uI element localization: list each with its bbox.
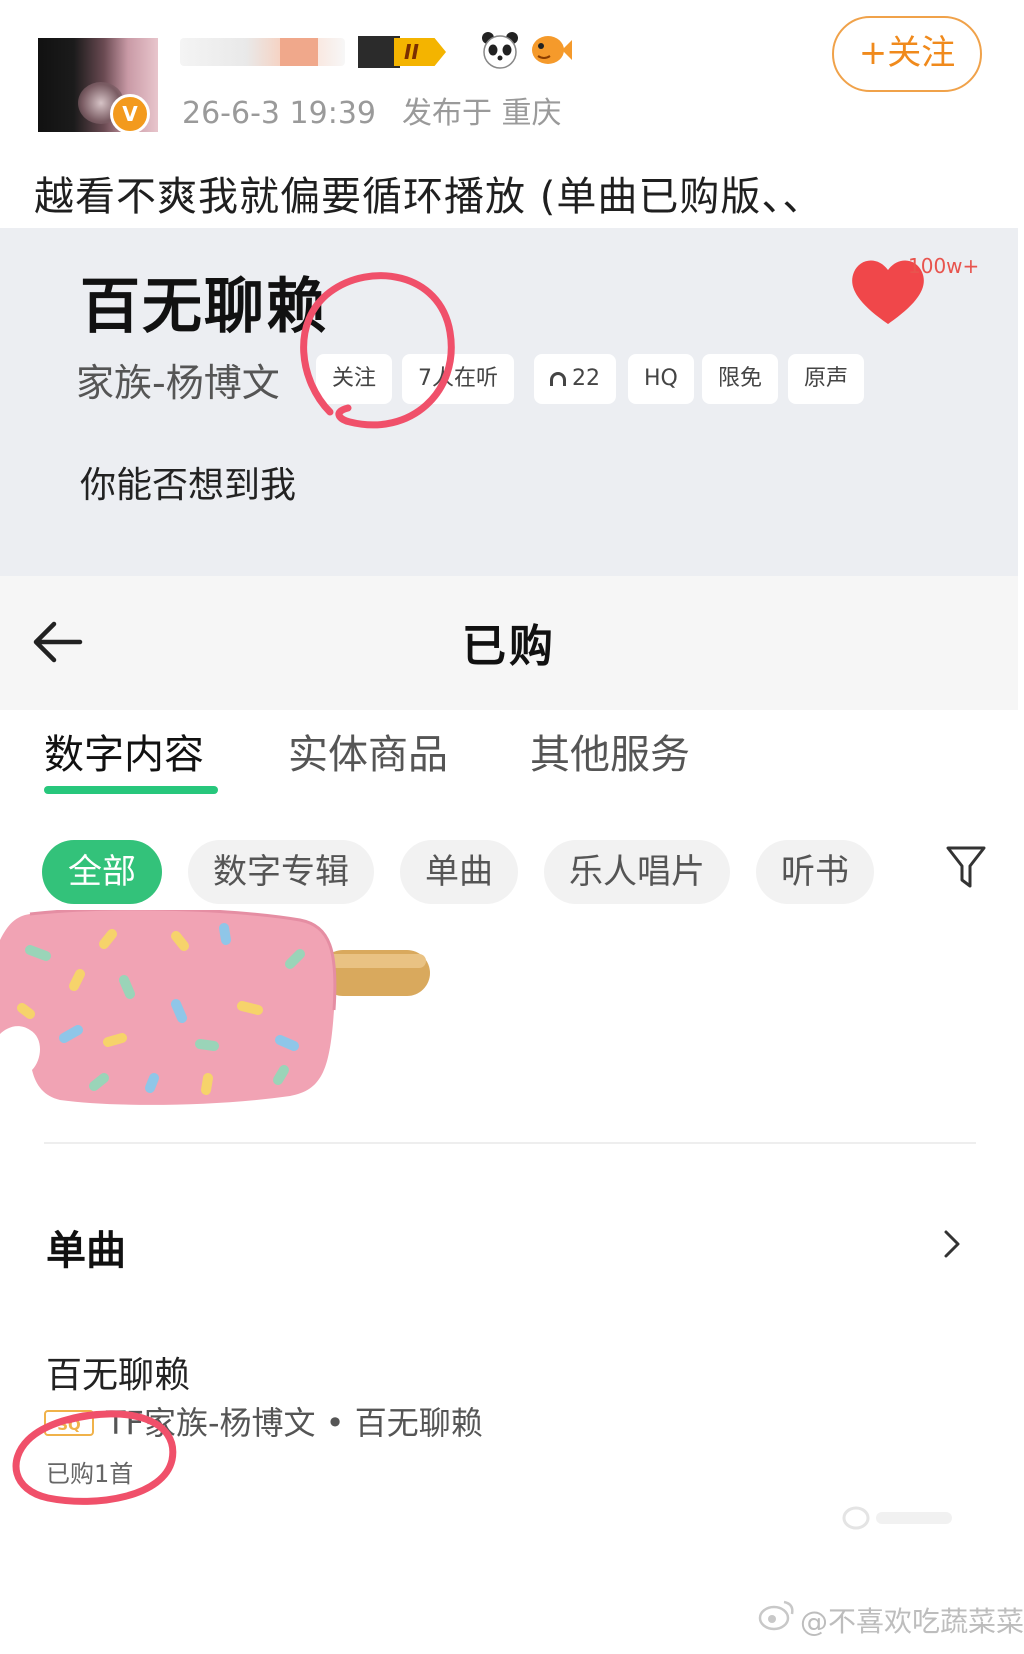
tag-original: 原声 <box>788 354 865 404</box>
section-title[interactable]: 单曲 <box>46 1218 126 1276</box>
filter-chip-audiobook[interactable]: 听书 <box>756 840 874 904</box>
page-title: 已购 <box>462 621 556 672</box>
divider <box>44 1142 976 1144</box>
like-count: 100w+ <box>908 254 980 278</box>
purchased-item-count: 已购1首 <box>46 1460 134 1488</box>
weibo-logo-icon <box>758 1600 794 1631</box>
username-redacted[interactable] <box>180 38 345 66</box>
purchased-item-subtitle: TF家族-杨博文 • 百无聊赖 <box>106 1404 483 1442</box>
sq-quality-badge: SQ <box>44 1410 94 1436</box>
purchased-item-title[interactable]: 百无聊赖 <box>46 1346 190 1398</box>
song-card[interactable]: 百无聊赖 家族-杨博文 关注 7人在听 22 HQ 限免 原声 100w+ 你能… <box>0 228 1018 576</box>
tab-bar: 数字内容 实体商品 其他服务 <box>0 710 1018 810</box>
chevron-right-icon[interactable] <box>940 1224 964 1264</box>
filter-chip-single[interactable]: 单曲 <box>400 840 518 904</box>
panda-icon <box>482 32 518 69</box>
tag-listeners: 7人在听 <box>402 354 514 404</box>
filter-chip-digital-album[interactable]: 数字专辑 <box>188 840 374 904</box>
tag-hq: HQ <box>628 354 694 404</box>
post-text: 越看不爽我就偏要循环播放 (单曲已购版、、 <box>34 174 824 220</box>
artist-name[interactable]: 家族-杨博文 <box>76 352 280 407</box>
popsicle-sticker <box>0 910 430 1105</box>
nav-bar: 已购 <box>0 576 1018 710</box>
filter-chip-all[interactable]: 全部 <box>42 840 162 904</box>
post-header: V II 26-6-3 19:39 发布于 重庆 +关注 越看不爽我就偏要循环播放… <box>0 0 1024 230</box>
tab-other-services[interactable]: 其他服务 <box>530 722 690 780</box>
filter-icon[interactable] <box>944 842 988 892</box>
faded-logo-icon <box>842 1506 952 1530</box>
tag-free: 限免 <box>702 354 779 404</box>
follow-button[interactable]: +关注 <box>832 16 982 92</box>
verified-icon: V <box>110 94 150 134</box>
tab-digital-content[interactable]: 数字内容 <box>44 722 204 780</box>
level-badge: II <box>358 36 446 68</box>
post-meta: 26-6-3 19:39 发布于 重庆 <box>182 88 562 132</box>
post-location: 发布于 重庆 <box>402 96 562 131</box>
tag-headphone-count-label: 22 <box>572 366 600 391</box>
tab-active-indicator <box>44 786 218 794</box>
headphone-icon <box>550 372 566 386</box>
filter-chip-musician-record[interactable]: 乐人唱片 <box>544 840 730 904</box>
tag-headphone-count: 22 <box>534 354 616 404</box>
lyric-line: 你能否想到我 <box>80 465 297 506</box>
tab-physical-goods[interactable]: 实体商品 <box>288 722 448 780</box>
tag-follow[interactable]: 关注 <box>316 354 393 404</box>
fish-icon <box>532 36 572 64</box>
level-badge-label: II <box>394 38 446 66</box>
post-timestamp: 26-6-3 19:39 <box>182 96 376 131</box>
watermark: @不喜欢吃蔬菜菜 <box>800 1605 1024 1638</box>
song-title: 百无聊赖 <box>80 272 328 342</box>
